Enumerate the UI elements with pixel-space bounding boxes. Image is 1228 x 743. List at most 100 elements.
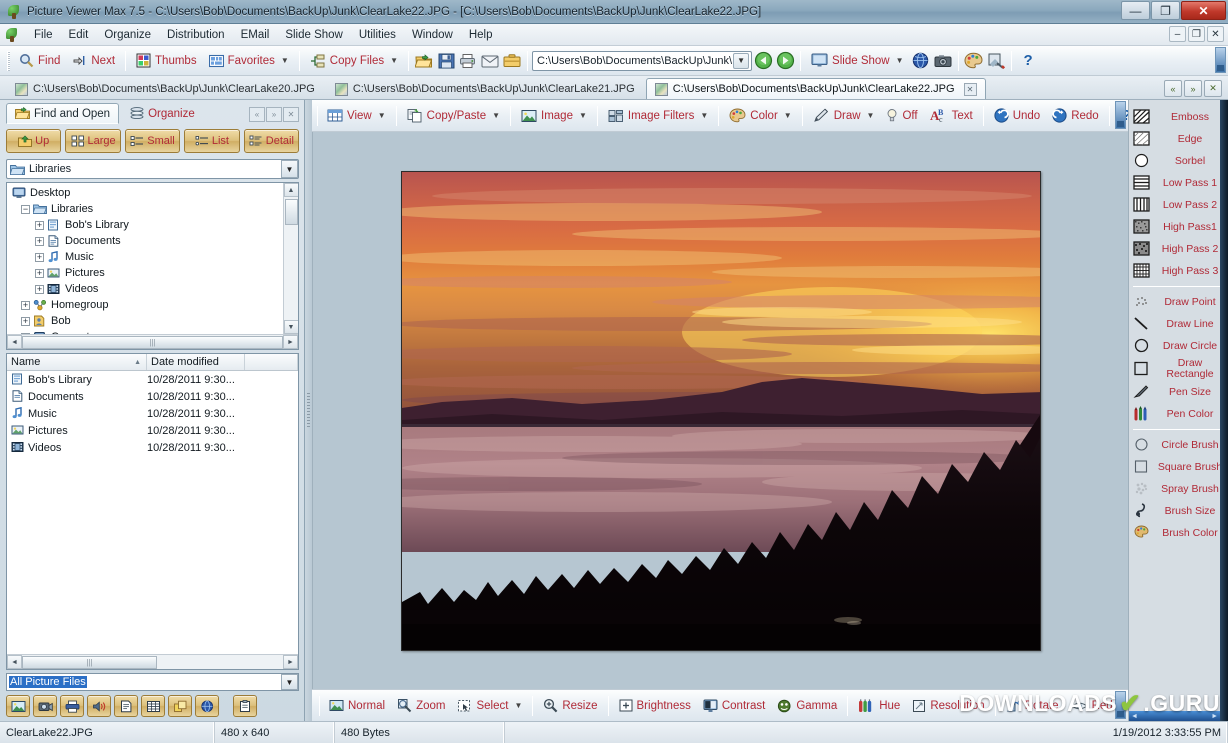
- slide-show-button[interactable]: Slide Show ▼: [805, 51, 909, 70]
- printer-icon-button[interactable]: [60, 695, 84, 717]
- expand-icon[interactable]: +: [21, 317, 30, 326]
- filter-high-pass-1[interactable]: High Pass1: [1131, 216, 1228, 238]
- menu-item-email[interactable]: EMail: [233, 27, 278, 43]
- chevron-down-icon[interactable]: ▼: [579, 111, 587, 120]
- column-header-date[interactable]: Date modified: [147, 354, 245, 370]
- tree-node-libraries[interactable]: − Libraries: [10, 201, 282, 217]
- filter-high-pass-2[interactable]: High Pass 2: [1131, 238, 1228, 260]
- document-tab-clearlake22[interactable]: C:\Users\Bob\Documents\BackUp\Junk\Clear…: [646, 78, 986, 99]
- draw-button[interactable]: Draw ▼: [807, 106, 881, 125]
- tool-draw-rectangle[interactable]: Draw Rectangle: [1131, 357, 1228, 381]
- scroll-right-arrow-icon[interactable]: ►: [283, 335, 298, 349]
- collapse-icon[interactable]: −: [21, 205, 30, 214]
- image-canvas[interactable]: [312, 132, 1128, 689]
- filter-sorbel[interactable]: Sorbel: [1131, 150, 1228, 172]
- expand-icon[interactable]: +: [35, 269, 44, 278]
- table-icon-button[interactable]: [141, 695, 165, 717]
- detail-view-button[interactable]: Detail: [244, 129, 299, 153]
- tool-pen-size[interactable]: Pen Size: [1131, 381, 1228, 403]
- redo-button[interactable]: Redo: [1046, 106, 1105, 125]
- column-header-extra[interactable]: [245, 354, 298, 370]
- document-tab-clearlake20[interactable]: C:\Users\Bob\Documents\BackUp\Junk\Clear…: [6, 78, 324, 99]
- close-button[interactable]: ✕: [1181, 1, 1226, 20]
- brightness-button[interactable]: Brightness: [613, 697, 697, 714]
- contrast-button[interactable]: Contrast: [697, 697, 771, 715]
- globe-icon-button[interactable]: [195, 695, 219, 717]
- tool-circle-brush[interactable]: Circle Brush: [1131, 434, 1228, 456]
- rotate-button[interactable]: Rotate: [1000, 697, 1065, 715]
- minimize-button[interactable]: —: [1121, 1, 1150, 20]
- gamma-button[interactable]: Gamma: [771, 697, 843, 715]
- photo-clearlake22[interactable]: [401, 171, 1041, 651]
- location-combo[interactable]: Libraries ▼: [6, 159, 299, 179]
- mdi-minimize-button[interactable]: –: [1169, 26, 1186, 42]
- chevron-down-icon[interactable]: ▼: [281, 160, 298, 178]
- select-button[interactable]: Select ▼: [451, 697, 528, 715]
- chevron-down-icon[interactable]: ▼: [700, 111, 708, 120]
- chevron-down-icon[interactable]: ▼: [733, 53, 749, 69]
- find-button[interactable]: Find: [13, 51, 66, 70]
- tab-organize[interactable]: Organize: [122, 103, 203, 124]
- menu-item-window[interactable]: Window: [404, 27, 461, 43]
- tree-node-computer[interactable]: − Computer: [10, 329, 282, 334]
- menu-item-help[interactable]: Help: [461, 27, 501, 43]
- explorer-tab-prev-button[interactable]: «: [249, 107, 265, 122]
- chevron-down-icon[interactable]: ▼: [867, 111, 875, 120]
- resolution-button[interactable]: Resolution: [906, 697, 990, 715]
- document-icon-button[interactable]: [114, 695, 138, 717]
- undo-button[interactable]: Undo: [988, 106, 1047, 125]
- tab-next-button[interactable]: »: [1184, 80, 1202, 97]
- tab-prev-button[interactable]: «: [1164, 80, 1182, 97]
- tree-node-homegroup[interactable]: + Homegroup: [10, 297, 282, 313]
- camera-icon-button[interactable]: [33, 695, 57, 717]
- large-icons-button[interactable]: Large: [65, 129, 120, 153]
- chevron-down-icon[interactable]: ▼: [390, 56, 398, 65]
- text-button[interactable]: A B c Text: [924, 106, 979, 125]
- file-list-horizontal-scrollbar[interactable]: ◄ ||| ►: [7, 654, 298, 669]
- tool-brush-size[interactable]: Brush Size: [1131, 500, 1228, 522]
- print-button[interactable]: [457, 50, 479, 72]
- tool-draw-circle[interactable]: Draw Circle: [1131, 335, 1228, 357]
- tree-node-pictures[interactable]: + Pictures: [10, 265, 282, 281]
- favorites-button[interactable]: Favorites ▼: [203, 52, 295, 70]
- clipboard-icon-button[interactable]: [233, 695, 257, 717]
- resize-grip-right-icon[interactable]: ►: [1211, 713, 1218, 720]
- tree-horizontal-scrollbar[interactable]: ◄ ||| ►: [7, 334, 298, 349]
- scroll-up-arrow-icon[interactable]: ▲: [284, 183, 299, 197]
- file-filter-combo[interactable]: All Picture Files ▼: [6, 673, 299, 691]
- document-tab-clearlake21[interactable]: C:\Users\Bob\Documents\BackUp\Junk\Clear…: [326, 78, 644, 99]
- tree-node-desktop[interactable]: Desktop: [10, 185, 282, 201]
- back-button[interactable]: [752, 50, 774, 72]
- tool-draw-point[interactable]: Draw Point: [1131, 291, 1228, 313]
- table-row[interactable]: Music 10/28/2011 9:30...: [7, 405, 298, 422]
- table-row[interactable]: Videos 10/28/2011 9:30...: [7, 439, 298, 456]
- table-row[interactable]: Pictures 10/28/2011 9:30...: [7, 422, 298, 439]
- audio-icon-button[interactable]: [87, 695, 111, 717]
- menu-item-slide-show[interactable]: Slide Show: [277, 27, 351, 43]
- palette-button[interactable]: [963, 50, 985, 72]
- table-row[interactable]: Documents 10/28/2011 9:30...: [7, 388, 298, 405]
- resize-button[interactable]: Resize: [537, 696, 603, 715]
- expand-icon[interactable]: +: [35, 253, 44, 262]
- thumbs-button[interactable]: Thumbs: [130, 51, 203, 70]
- tool-draw-line[interactable]: Draw Line: [1131, 313, 1228, 335]
- explorer-tab-close-button[interactable]: ✕: [283, 107, 299, 122]
- scroll-thumb[interactable]: |||: [22, 336, 283, 349]
- toolbar-overflow-handle[interactable]: [1215, 47, 1226, 73]
- filter-high-pass-3[interactable]: High Pass 3: [1131, 260, 1228, 282]
- scroll-right-arrow-icon[interactable]: ►: [283, 655, 298, 669]
- picture-icon-button[interactable]: [6, 695, 30, 717]
- maximize-button[interactable]: ❐: [1151, 1, 1180, 20]
- normal-button[interactable]: Normal: [323, 697, 391, 714]
- chevron-down-icon[interactable]: ▼: [896, 56, 904, 65]
- help-button[interactable]: ?: [1016, 52, 1041, 69]
- up-button[interactable]: Up: [6, 129, 61, 153]
- filter-edge[interactable]: Edge: [1131, 128, 1228, 150]
- view-button[interactable]: View ▼: [321, 107, 392, 125]
- filter-emboss[interactable]: Emboss: [1131, 106, 1228, 128]
- menu-item-edit[interactable]: Edit: [61, 27, 97, 43]
- hue-button[interactable]: Hue: [852, 697, 906, 715]
- chevron-down-icon[interactable]: ▼: [378, 111, 386, 120]
- expand-icon[interactable]: +: [35, 285, 44, 294]
- save-button[interactable]: [435, 50, 457, 72]
